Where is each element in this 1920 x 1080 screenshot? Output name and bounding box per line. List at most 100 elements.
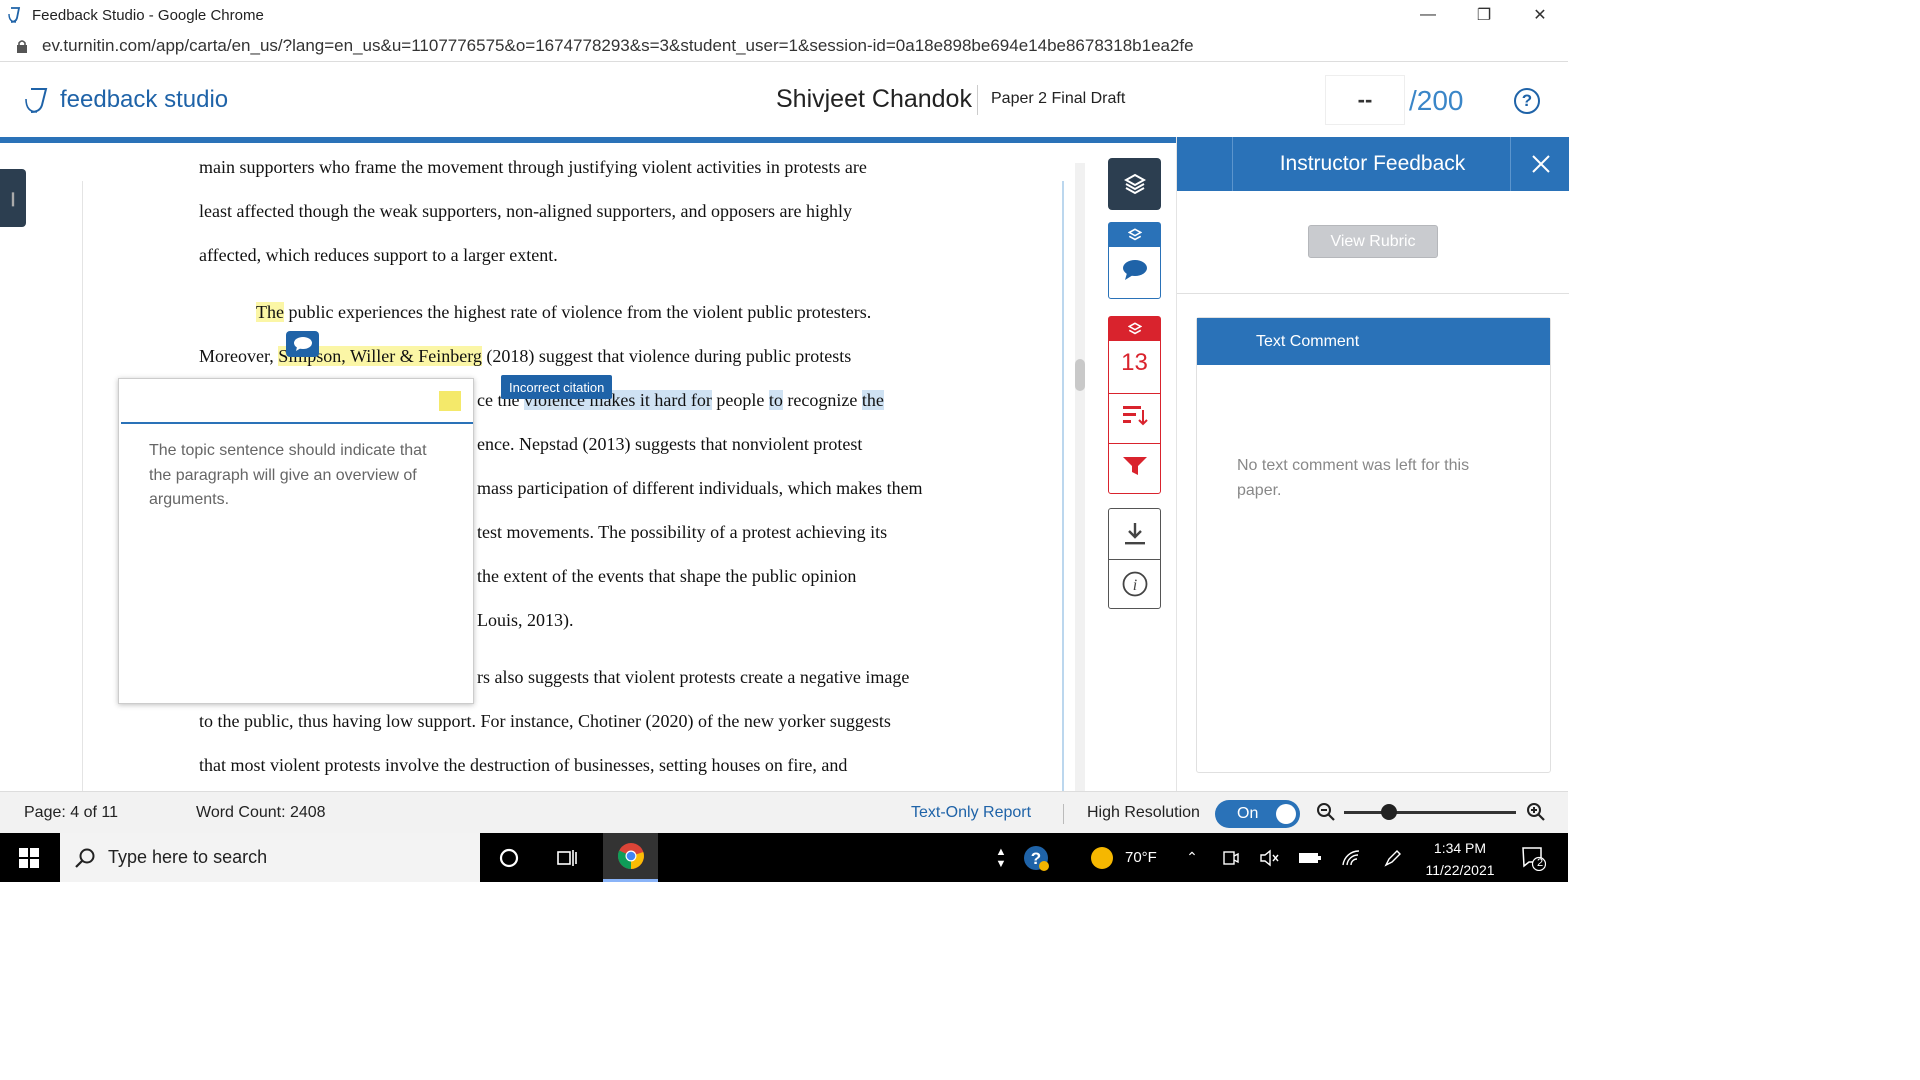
student-name: Shivjeet Chandok xyxy=(776,85,972,113)
task-view-icon xyxy=(557,849,577,866)
paper-line[interactable]: that most violent protests involve the d… xyxy=(199,755,847,776)
wifi-icon[interactable] xyxy=(1338,833,1364,882)
taskbar-search[interactable]: Type here to search xyxy=(60,833,480,882)
tool-divider xyxy=(1109,559,1160,560)
meet-now-glyph xyxy=(1223,850,1239,865)
comments-button[interactable] xyxy=(1122,259,1148,286)
paper-text-run: Louis, 2013). xyxy=(477,610,574,630)
text-only-report-link[interactable]: Text-Only Report xyxy=(911,804,1031,822)
high-resolution-toggle[interactable]: On xyxy=(1215,800,1300,828)
system-clock[interactable]: 1:34 PM 11/22/2021 xyxy=(1416,837,1504,881)
paper-text-run: main supporters who frame the movement t… xyxy=(199,157,867,177)
grading-layer-header[interactable] xyxy=(1109,223,1160,247)
zoom-in-button[interactable] xyxy=(1526,802,1548,824)
paper-text-run: Moreover, xyxy=(199,346,279,366)
header-divider xyxy=(977,85,978,115)
paper-line[interactable]: to the public, thus having low support. … xyxy=(199,711,891,732)
panel-title: Instructor Feedback xyxy=(1235,137,1511,191)
taskbar-scroll-arrows[interactable]: ▲ ▼ xyxy=(990,833,1012,882)
paper-line[interactable]: mass participation of different individu… xyxy=(477,478,923,499)
paper-line[interactable]: Louis, 2013). xyxy=(477,610,574,631)
sun-icon xyxy=(1091,846,1113,869)
side-panel-toggle[interactable]: ❙ xyxy=(0,169,26,227)
paper-text-run: rs also suggests that violent protests c… xyxy=(477,667,910,687)
pen-workspace-icon[interactable] xyxy=(1380,833,1406,882)
zoom-out-button[interactable] xyxy=(1316,802,1338,824)
zoom-slider[interactable] xyxy=(1344,811,1516,814)
quickmark-highlight[interactable]: the xyxy=(861,390,884,410)
paper-text-run: least affected though the weak supporter… xyxy=(199,201,852,221)
document-scrollbar[interactable] xyxy=(1075,163,1085,791)
paper-text-run: (2018) suggest that violence during publ… xyxy=(481,346,852,366)
pen-glyph xyxy=(1384,849,1401,867)
address-bar[interactable]: ev.turnitin.com/app/carta/en_us/?lang=en… xyxy=(0,30,1568,62)
download-icon xyxy=(1125,523,1145,545)
comment-card[interactable]: The topic sentence should indicate that … xyxy=(118,378,474,704)
paper-line[interactable]: rs also suggests that violent protests c… xyxy=(477,667,909,688)
temperature[interactable]: 70°F xyxy=(1125,849,1157,866)
page-indicator: Page: 4 of 11 xyxy=(24,804,118,821)
restore-button[interactable]: ❐ xyxy=(1456,0,1512,30)
toggle-state: On xyxy=(1237,805,1259,822)
paper-line[interactable]: main supporters who frame the movement t… xyxy=(199,157,867,178)
close-window-button[interactable]: ✕ xyxy=(1512,0,1568,30)
task-view-button[interactable] xyxy=(548,833,586,882)
paper-line[interactable]: ence. Nepstad (2013) suggests that nonvi… xyxy=(477,434,862,455)
word-count: Word Count: 2408 xyxy=(196,804,326,821)
meet-now-icon[interactable] xyxy=(1218,833,1244,882)
zoom-slider-handle[interactable] xyxy=(1381,804,1397,820)
cortana-button[interactable] xyxy=(490,833,528,882)
grade-input[interactable]: -- xyxy=(1325,75,1405,125)
paper-line[interactable]: least affected though the weak supporter… xyxy=(199,201,852,222)
info-icon: i xyxy=(1122,571,1148,597)
similarity-count[interactable]: 13 xyxy=(1109,349,1160,377)
notification-center-button[interactable]: 2 xyxy=(1513,833,1553,882)
minimize-button[interactable]: — xyxy=(1400,0,1456,30)
info-button[interactable]: i xyxy=(1122,571,1148,602)
windows-taskbar: Type here to search ▲ ▼ ? 70°F ⌃ 1:34 PM… xyxy=(0,833,1568,882)
search-placeholder: Type here to search xyxy=(108,847,268,867)
start-button[interactable] xyxy=(0,833,58,882)
text-comment-empty-message: No text comment was left for this paper. xyxy=(1237,457,1470,499)
volume-muted-icon[interactable] xyxy=(1256,833,1282,882)
url-text[interactable]: ev.turnitin.com/app/carta/en_us/?lang=en… xyxy=(42,36,1194,56)
help-button[interactable]: ? xyxy=(1514,88,1540,114)
view-rubric-button[interactable]: View Rubric xyxy=(1308,225,1438,258)
paper-line[interactable]: the extent of the events that shape the … xyxy=(477,566,856,587)
layers-button[interactable] xyxy=(1108,158,1161,210)
help-app-glyph: ? xyxy=(1024,845,1049,871)
weather-icon[interactable] xyxy=(1088,833,1116,882)
help-app-icon[interactable]: ? xyxy=(1020,833,1052,882)
tool-divider xyxy=(1109,393,1160,394)
text-comment-card: Text Comment No text comment was left fo… xyxy=(1196,317,1551,773)
show-hidden-icons-button[interactable]: ⌃ xyxy=(1180,833,1204,882)
paper-line[interactable]: test movements. The possibility of a pro… xyxy=(477,522,887,543)
volume-glyph xyxy=(1260,849,1279,866)
paper-text-run: that most violent protests involve the d… xyxy=(199,755,848,775)
highlighted-text[interactable]: The xyxy=(256,302,284,322)
chrome-taskbar-button[interactable] xyxy=(603,833,658,882)
similarity-layer-header[interactable] xyxy=(1109,317,1160,341)
paper-text-run: ence. Nepstad (2013) suggests that nonvi… xyxy=(477,434,863,454)
close-panel-button[interactable] xyxy=(1513,137,1569,191)
quickmark-incorrect-citation[interactable]: Incorrect citation xyxy=(501,375,613,399)
zoom-out-icon xyxy=(1317,803,1335,821)
lock-icon xyxy=(16,39,30,53)
document-scrollbar-thumb[interactable] xyxy=(1075,359,1085,391)
comment-bubble-icon[interactable] xyxy=(286,331,319,357)
battery-icon[interactable] xyxy=(1296,833,1324,882)
close-icon xyxy=(1532,155,1550,173)
highlight-color-swatch[interactable] xyxy=(439,391,461,411)
paper-line[interactable]: affected, which reduces support to a lar… xyxy=(199,245,558,266)
paper-line[interactable]: The public experiences the highest rate … xyxy=(256,302,871,323)
filter-icon xyxy=(1123,457,1147,475)
download-button[interactable] xyxy=(1123,521,1147,552)
quickmark-highlight[interactable]: to xyxy=(768,390,783,410)
comment-text[interactable]: The topic sentence should indicate that … xyxy=(149,439,449,513)
windows-logo-icon xyxy=(19,847,39,868)
paper-text-run: people xyxy=(711,390,769,410)
clock-date: 11/22/2021 xyxy=(1425,862,1495,878)
feedback-studio-logo[interactable]: feedback studio xyxy=(22,85,228,115)
filter-button[interactable] xyxy=(1122,455,1148,482)
match-overview-button[interactable] xyxy=(1122,404,1148,431)
